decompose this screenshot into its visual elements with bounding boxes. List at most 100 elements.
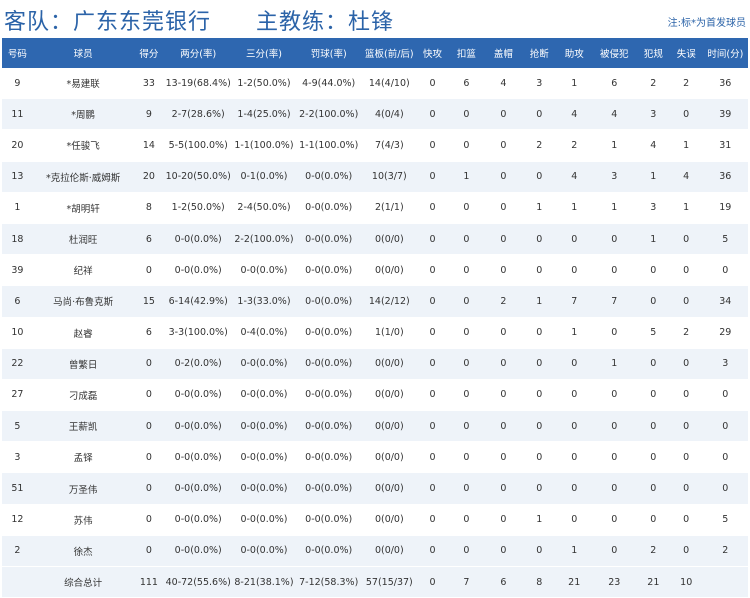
- table-cell: 0: [417, 129, 448, 162]
- table-cell: 0(0/0): [361, 379, 418, 412]
- column-header: 快攻: [417, 38, 448, 68]
- table-cell: 0: [484, 472, 522, 505]
- table-cell: 0-0(0.0%): [164, 472, 233, 505]
- table-cell: 14: [133, 129, 165, 162]
- table-cell: 1: [669, 192, 703, 224]
- column-header: 得分: [133, 38, 165, 68]
- table-cell: 0: [702, 472, 748, 505]
- table-cell: 0-0(0.0%): [164, 223, 233, 256]
- table-cell: 2: [669, 68, 703, 100]
- table-cell: 2: [636, 535, 670, 568]
- table-cell: 0: [447, 98, 485, 131]
- table-cell: 1-1(100.0%): [295, 129, 362, 162]
- team-title: 客队：广东东莞银行: [4, 10, 212, 35]
- table-cell: 0-0(0.0%): [295, 254, 362, 287]
- column-header: 扣篮: [447, 38, 485, 68]
- table-cell: 0: [669, 472, 703, 505]
- totals-cell: 23: [591, 566, 637, 598]
- table-cell: 0: [447, 379, 485, 412]
- table-cell: 0: [417, 317, 448, 349]
- table-cell: 1: [447, 161, 485, 193]
- table-cell: 0: [484, 379, 522, 412]
- table-cell: 0: [521, 223, 557, 256]
- table-cell: 1: [636, 161, 670, 193]
- table-cell: 0: [556, 504, 592, 536]
- table-cell: 1: [521, 285, 557, 318]
- table-cell: 7: [556, 285, 592, 318]
- page-header: 客队：广东东莞银行 主教练：杜锋 注:标*为首发球员: [0, 0, 750, 38]
- table-cell: 3: [521, 68, 557, 100]
- table-cell: 0: [484, 348, 522, 380]
- table-cell: 3: [636, 192, 670, 224]
- table-cell: 4: [636, 129, 670, 162]
- table-cell: 6: [591, 68, 637, 100]
- table-cell: 0: [417, 348, 448, 380]
- table-cell: 4: [591, 98, 637, 131]
- table-cell: 2: [669, 317, 703, 349]
- table-cell: 1-3(33.0%): [232, 285, 296, 318]
- table-cell: 2(1/1): [361, 192, 418, 224]
- table-cell: 0: [417, 379, 448, 412]
- table-cell: 0: [484, 223, 522, 256]
- table-cell: 3: [591, 161, 637, 193]
- table-cell: 0: [447, 317, 485, 349]
- table-cell: 0: [591, 379, 637, 412]
- table-cell: 0: [556, 441, 592, 474]
- table-cell: 0-0(0.0%): [232, 472, 296, 505]
- table-cell: 0: [417, 410, 448, 443]
- table-cell: 39: [2, 254, 33, 287]
- table-cell: 0: [636, 285, 670, 318]
- totals-cell: 7-12(58.3%): [295, 566, 362, 598]
- table-cell: 31: [702, 129, 748, 162]
- table-cell: 1: [591, 192, 637, 224]
- table-cell: 36: [702, 161, 748, 193]
- table-cell: 7(4/3): [361, 129, 418, 162]
- table-cell: 0(0/0): [361, 472, 418, 505]
- table-cell: 0: [669, 254, 703, 287]
- table-cell: 曾繁日: [32, 348, 134, 380]
- column-header: 时间(分): [702, 38, 748, 68]
- table-cell: 0: [702, 379, 748, 412]
- table-cell: 0: [417, 441, 448, 474]
- table-cell: 13: [2, 161, 33, 193]
- table-cell: 0-0(0.0%): [295, 472, 362, 505]
- table-cell: 5: [702, 504, 748, 536]
- table-cell: 0: [521, 348, 557, 380]
- table-cell: 0: [417, 535, 448, 568]
- table-row: 27 刁成磊 0 0-0(0.0%) 0-0(0.0%) 0-0(0.0%) 0(0/0) 0…: [2, 379, 748, 412]
- table-cell: 0-0(0.0%): [295, 441, 362, 474]
- table-cell: 0: [417, 285, 448, 318]
- coach-title: 主教练：杜锋: [256, 10, 395, 35]
- table-cell: *胡明轩: [32, 192, 134, 224]
- table-cell: 0: [521, 535, 557, 568]
- table-cell: 0: [133, 410, 165, 443]
- table-cell: 1: [556, 535, 592, 568]
- table-cell: 0-0(0.0%): [295, 379, 362, 412]
- table-cell: 0: [636, 254, 670, 287]
- table-cell: 4(0/4): [361, 98, 418, 131]
- table-cell: 2: [636, 68, 670, 100]
- table-cell: 2-2(100.0%): [232, 223, 296, 256]
- table-cell: 赵睿: [32, 317, 134, 349]
- table-cell: 万圣伟: [32, 472, 134, 505]
- column-header: 三分(率): [232, 38, 296, 68]
- table-cell: 0: [669, 348, 703, 380]
- table-cell: 0: [417, 161, 448, 193]
- table-cell: 5: [702, 223, 748, 256]
- table-cell: 0(0/0): [361, 504, 418, 536]
- table-cell: 10-20(50.0%): [164, 161, 233, 193]
- table-cell: *周鹏: [32, 98, 134, 131]
- table-cell: 马尚·布鲁克斯: [32, 285, 134, 318]
- table-cell: 33: [133, 68, 165, 100]
- table-cell: 0: [521, 379, 557, 412]
- table-cell: 2: [484, 285, 522, 318]
- table-cell: 4-9(44.0%): [295, 68, 362, 100]
- table-cell: *克拉伦斯·威姆斯: [32, 161, 134, 193]
- table-cell: 0: [669, 410, 703, 443]
- table-cell: 0(0/0): [361, 535, 418, 568]
- table-cell: 0: [447, 192, 485, 224]
- table-cell: 0: [484, 254, 522, 287]
- table-row: 5 王薪凯 0 0-0(0.0%) 0-0(0.0%) 0-0(0.0%) 0(0/0) 0 0…: [2, 410, 748, 443]
- table-cell: 0-4(0.0%): [232, 317, 296, 349]
- table-cell: 0: [669, 441, 703, 474]
